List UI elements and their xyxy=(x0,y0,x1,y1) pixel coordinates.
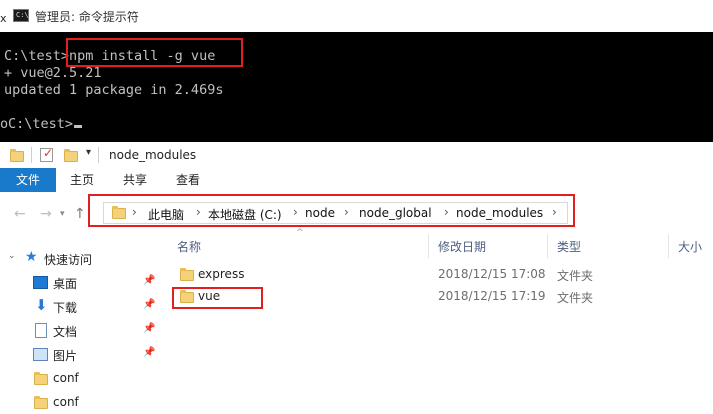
desktop-icon xyxy=(33,276,48,289)
edge-fragment: o xyxy=(0,116,9,132)
nav-item-pictures[interactable]: 图片 📌 xyxy=(0,344,160,366)
pin-icon[interactable]: 📌 xyxy=(143,275,155,286)
file-name: express xyxy=(198,267,245,281)
explorer-window: ✓ ▾ node_modules 文件 主页 共享 查看 ← → ▾ ↑ › 此… xyxy=(0,142,713,409)
picture-icon xyxy=(33,348,48,361)
cmd-window: x C:\ 管理员: 命令提示符 o C:\test>npm install -… xyxy=(0,0,713,142)
chevron-down-icon[interactable]: ⌄ xyxy=(8,251,16,261)
cmd-title-bar[interactable]: x C:\ 管理员: 命令提示符 xyxy=(0,0,713,32)
highlight-box-vue xyxy=(172,287,263,309)
pin-icon[interactable]: 📌 xyxy=(143,299,155,310)
tab-file[interactable]: 文件 xyxy=(0,168,56,192)
new-folder-icon[interactable] xyxy=(64,149,78,162)
nav-item-desktop[interactable]: 桌面 📌 xyxy=(0,272,160,294)
nav-item-label: 文档 xyxy=(53,325,78,339)
column-header-type[interactable]: 类型 xyxy=(557,238,581,255)
file-type: 文件夹 xyxy=(557,291,594,305)
console-prompt: C:\test> xyxy=(8,116,74,132)
divider xyxy=(98,147,99,163)
cmd-app-icon: C:\ xyxy=(13,9,29,22)
back-arrow-icon[interactable]: ← xyxy=(14,206,26,222)
column-divider[interactable] xyxy=(668,234,669,258)
nav-item-documents[interactable]: 文档 📌 xyxy=(0,320,160,342)
explorer-window-title: node_modules xyxy=(109,148,197,162)
nav-item-downloads[interactable]: ⬇ 下载 📌 xyxy=(0,296,160,318)
column-divider[interactable] xyxy=(547,234,548,258)
forward-arrow-icon[interactable]: → xyxy=(40,206,52,222)
cmd-window-title: 管理员: 命令提示符 xyxy=(35,10,139,24)
document-icon xyxy=(35,323,47,338)
highlight-box-command xyxy=(66,38,243,67)
recent-dropdown-icon[interactable]: ▾ xyxy=(60,209,65,219)
table-row[interactable]: express 2018/12/15 17:08 文件夹 xyxy=(172,264,713,286)
file-list: ^ 名称 修改日期 类型 大小 express 2018/12/15 17:08… xyxy=(162,228,713,403)
divider xyxy=(31,147,32,163)
pin-icon[interactable]: 📌 xyxy=(143,347,155,358)
up-arrow-icon[interactable]: ↑ xyxy=(74,206,86,222)
console-prompt-line: C:\test> xyxy=(8,116,83,132)
tab-share[interactable]: 共享 xyxy=(111,168,159,192)
file-modified: 2018/12/15 17:08 xyxy=(438,267,546,281)
address-row: ← → ▾ ↑ › 此电脑 › 本地磁盘 (C:) › node › node_… xyxy=(0,192,713,234)
pin-icon[interactable]: 📌 xyxy=(143,323,155,334)
console-line: updated 1 package in 2.469s xyxy=(4,82,224,98)
folder-icon xyxy=(180,268,194,281)
download-icon: ⬇ xyxy=(35,296,48,314)
nav-item-label: 图片 xyxy=(53,349,78,363)
nav-item-conf[interactable]: conf xyxy=(0,392,160,414)
file-modified: 2018/12/15 17:19 xyxy=(438,289,546,303)
navigation-pane: ⌄ ★ 快速访问 桌面 📌 ⬇ 下载 📌 文档 📌 图片 📌 conf conf xyxy=(0,234,160,409)
nav-item-label: conf xyxy=(53,371,79,385)
nav-item-conf[interactable]: conf xyxy=(0,368,160,390)
console-line: + vue@2.5.21 xyxy=(4,65,102,81)
tab-view[interactable]: 查看 xyxy=(164,168,212,192)
star-icon: ★ xyxy=(25,249,38,265)
column-header-modified[interactable]: 修改日期 xyxy=(438,238,486,255)
folder-icon xyxy=(34,372,48,385)
folder-icon xyxy=(34,396,48,409)
column-header-size[interactable]: 大小 xyxy=(678,238,702,255)
quick-access-toolbar: ✓ ▾ node_modules xyxy=(0,142,713,168)
properties-icon[interactable]: ✓ xyxy=(40,146,53,162)
column-header-name[interactable]: 名称 xyxy=(177,238,201,255)
nav-item-label: conf xyxy=(53,395,79,409)
folder-icon xyxy=(10,149,24,162)
nav-quick-access[interactable]: ⌄ ★ 快速访问 xyxy=(0,248,160,270)
file-type: 文件夹 xyxy=(557,269,594,283)
customize-dropdown-icon[interactable]: ▾ xyxy=(86,147,91,158)
sort-indicator-icon: ^ xyxy=(296,228,304,238)
edge-fragment: x xyxy=(0,12,7,25)
column-divider[interactable] xyxy=(428,234,429,258)
nav-quick-access-label: 快速访问 xyxy=(44,253,93,267)
nav-item-label: 下载 xyxy=(53,301,78,315)
text-cursor xyxy=(74,125,83,128)
ribbon-tabs: 文件 主页 共享 查看 xyxy=(0,168,713,193)
tab-home[interactable]: 主页 xyxy=(58,168,106,192)
highlight-box-address xyxy=(88,194,575,227)
nav-item-label: 桌面 xyxy=(53,277,78,291)
